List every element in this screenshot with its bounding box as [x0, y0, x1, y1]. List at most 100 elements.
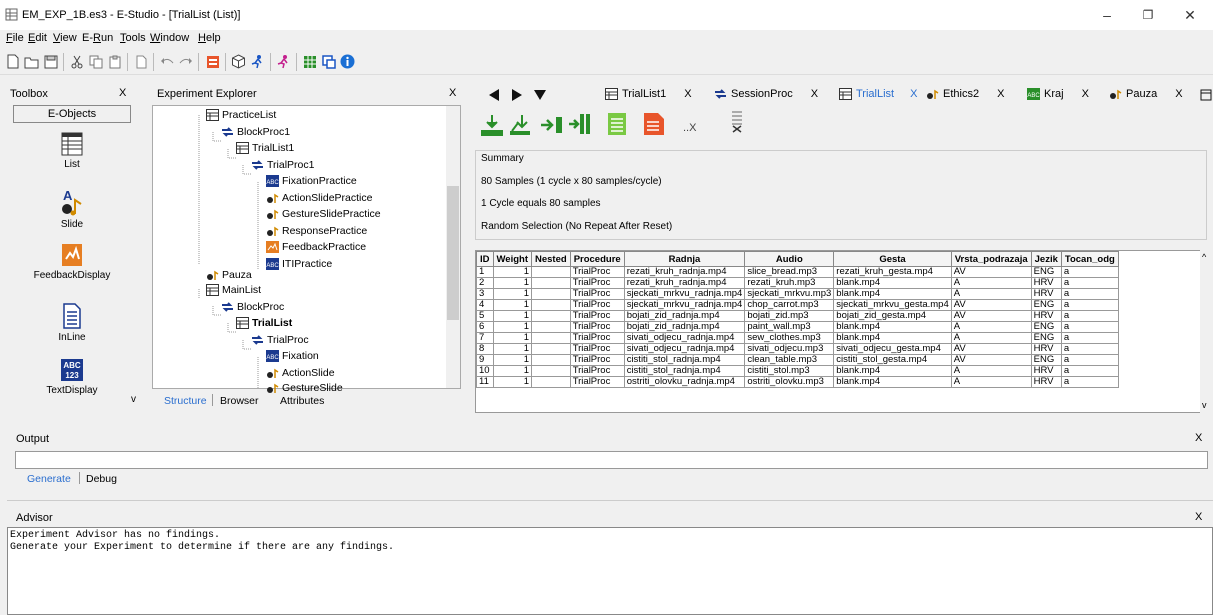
table-cell[interactable]	[531, 321, 571, 333]
add-level-icon[interactable]	[480, 113, 504, 137]
dropdown-arrow-icon[interactable]	[534, 90, 546, 100]
tab-close[interactable]: X	[1082, 88, 1089, 100]
table-cell[interactable]: TrialProc	[569, 332, 625, 344]
table-cell[interactable]: sivati_odjecu_radnja.mp4	[623, 332, 746, 344]
table-cell[interactable]: blank.mp4	[833, 376, 952, 388]
add-attribute-icon[interactable]	[540, 115, 564, 135]
tab-close[interactable]: X	[1175, 88, 1182, 100]
tab-ethics2[interactable]: Ethics2 X	[926, 88, 1004, 100]
table-cell[interactable]: TrialProc	[569, 266, 625, 278]
column-header[interactable]: Radnja	[623, 251, 746, 267]
open-icon[interactable]	[22, 52, 41, 71]
info-icon[interactable]	[338, 52, 357, 71]
table-cell[interactable]: a	[1060, 354, 1119, 366]
table-cell[interactable]: ostriti_olovku.mp3	[744, 376, 835, 388]
table-cell[interactable]: a	[1060, 310, 1119, 322]
toolbox-item-list[interactable]: List	[13, 132, 131, 170]
tab-close[interactable]: X	[684, 88, 691, 100]
table-row[interactable]: 6 1 TrialProc bojati_zid_radnja.mp4 paint_wa…	[476, 321, 1119, 333]
table-cell[interactable]: 1	[492, 310, 532, 322]
tab-kraj[interactable]: ABC Kraj X	[1027, 88, 1089, 100]
copy-icon[interactable]	[86, 52, 105, 71]
tree-node-blockproc1[interactable]: BlockProc1	[221, 126, 290, 138]
table-cell[interactable]: ENG	[1030, 354, 1062, 366]
table-cell[interactable]: paint_wall.mp3	[744, 321, 835, 333]
menu-view[interactable]: View	[53, 32, 77, 44]
table-row[interactable]: 4 1 TrialProc sjeckati_mrkvu_radnja.mp4 chop…	[476, 299, 1119, 311]
explorer-close-button[interactable]: X	[449, 87, 456, 99]
window-icon[interactable]	[319, 52, 338, 71]
table-cell[interactable]: HRV	[1030, 288, 1062, 300]
e-objects-category[interactable]: E-Objects	[13, 105, 131, 123]
restore-button[interactable]: ❐	[1128, 4, 1168, 26]
table-cell[interactable]	[531, 343, 571, 355]
table-cell[interactable]	[531, 277, 571, 289]
tree-node-gestureslidepractice[interactable]: GestureSlidePractice	[266, 208, 381, 220]
table-cell[interactable]: sivati_odjecu_radnja.mp4	[623, 343, 746, 355]
table-cell[interactable]: AV	[950, 266, 1032, 278]
table-cell[interactable]: bojati_zid_gesta.mp4	[833, 310, 952, 322]
table-cell[interactable]: A	[950, 321, 1032, 333]
explorer-scrollbar[interactable]	[446, 106, 460, 388]
paste-icon[interactable]	[105, 52, 124, 71]
tree-node-fixation[interactable]: ABC Fixation	[266, 350, 319, 362]
column-header[interactable]: Gesta	[833, 251, 952, 267]
table-cell[interactable]: TrialProc	[569, 365, 625, 377]
table-cell[interactable]: 11	[476, 376, 494, 388]
explorer-scroll-thumb[interactable]	[447, 186, 459, 320]
menu-help[interactable]: Help	[198, 32, 221, 44]
table-cell[interactable]: TrialProc	[569, 321, 625, 333]
table-cell[interactable]: 7	[476, 332, 494, 344]
table-row[interactable]: 9 1 TrialProc cistiti_stol_radnja.mp4 clean_…	[476, 354, 1119, 366]
table-row[interactable]: 7 1 TrialProc sivati_odjecu_radnja.mp4 sew_c…	[476, 332, 1119, 344]
table-cell[interactable]: a	[1060, 343, 1119, 355]
table-cell[interactable]: AV	[950, 354, 1032, 366]
table-cell[interactable]: bojati_zid_radnja.mp4	[623, 321, 746, 333]
table-cell[interactable]	[531, 266, 571, 278]
table-cell[interactable]: a	[1060, 321, 1119, 333]
table-cell[interactable]: 1	[492, 365, 532, 377]
table-cell[interactable]: chop_carrot.mp3	[744, 299, 835, 311]
table-cell[interactable]: ENG	[1030, 321, 1062, 333]
tab-overflow-icon[interactable]	[1200, 89, 1212, 101]
tree-node-fixationpractice[interactable]: ABC FixationPractice	[266, 175, 357, 187]
table-cell[interactable]: TrialProc	[569, 299, 625, 311]
remove-level-icon[interactable]	[730, 109, 744, 133]
tab-debug[interactable]: Debug	[86, 473, 117, 485]
advisor-text-area[interactable]: Experiment Advisor has no findings. Gene…	[7, 527, 1213, 615]
table-cell[interactable]: 1	[492, 288, 532, 300]
table-cell[interactable]: AV	[950, 343, 1032, 355]
tree-node-pauza[interactable]: Pauza	[206, 269, 252, 281]
column-header[interactable]: Tocan_odg	[1060, 251, 1119, 267]
table-cell[interactable]: TrialProc	[569, 343, 625, 355]
table-cell[interactable]: rezati_kruh_radnja.mp4	[623, 277, 746, 289]
table-row[interactable]: 1 1 TrialProc rezati_kruh_radnja.mp4 slice_b…	[476, 266, 1119, 278]
column-header[interactable]: Vrsta_podrazaja	[950, 251, 1032, 267]
table-cell[interactable]: cistiti_stol_radnja.mp4	[623, 365, 746, 377]
tab-structure[interactable]: Structure	[164, 395, 207, 407]
table-cell[interactable]: 5	[476, 310, 494, 322]
table-cell[interactable]: TrialProc	[569, 310, 625, 322]
debug-run-icon[interactable]	[274, 52, 293, 71]
menu-window[interactable]: Window	[150, 32, 189, 44]
table-cell[interactable]: a	[1060, 376, 1119, 388]
table-cell[interactable]: 4	[476, 299, 494, 311]
table-cell[interactable]: HRV	[1030, 365, 1062, 377]
table-cell[interactable]	[531, 332, 571, 344]
table-cell[interactable]: rezati_kruh_radnja.mp4	[623, 266, 746, 278]
table-cell[interactable]: 1	[492, 354, 532, 366]
table-cell[interactable]: 8	[476, 343, 494, 355]
tab-close[interactable]: X	[811, 88, 818, 100]
column-header[interactable]: Procedure	[569, 251, 625, 267]
add-multiple-attributes-icon[interactable]	[568, 112, 594, 136]
tab-attributes[interactable]: Attributes	[280, 395, 324, 407]
table-cell[interactable]: blank.mp4	[833, 321, 952, 333]
table-cell[interactable]: blank.mp4	[833, 332, 952, 344]
table-cell[interactable]: ENG	[1030, 332, 1062, 344]
table-cell[interactable]: sjeckati_mrkvu_gesta.mp4	[833, 299, 952, 311]
table-cell[interactable]: A	[950, 277, 1032, 289]
table-cell[interactable]: a	[1060, 332, 1119, 344]
table-cell[interactable]: TrialProc	[569, 288, 625, 300]
table-cell[interactable]: a	[1060, 288, 1119, 300]
toolbox-item-inline[interactable]: InLine	[13, 303, 131, 343]
